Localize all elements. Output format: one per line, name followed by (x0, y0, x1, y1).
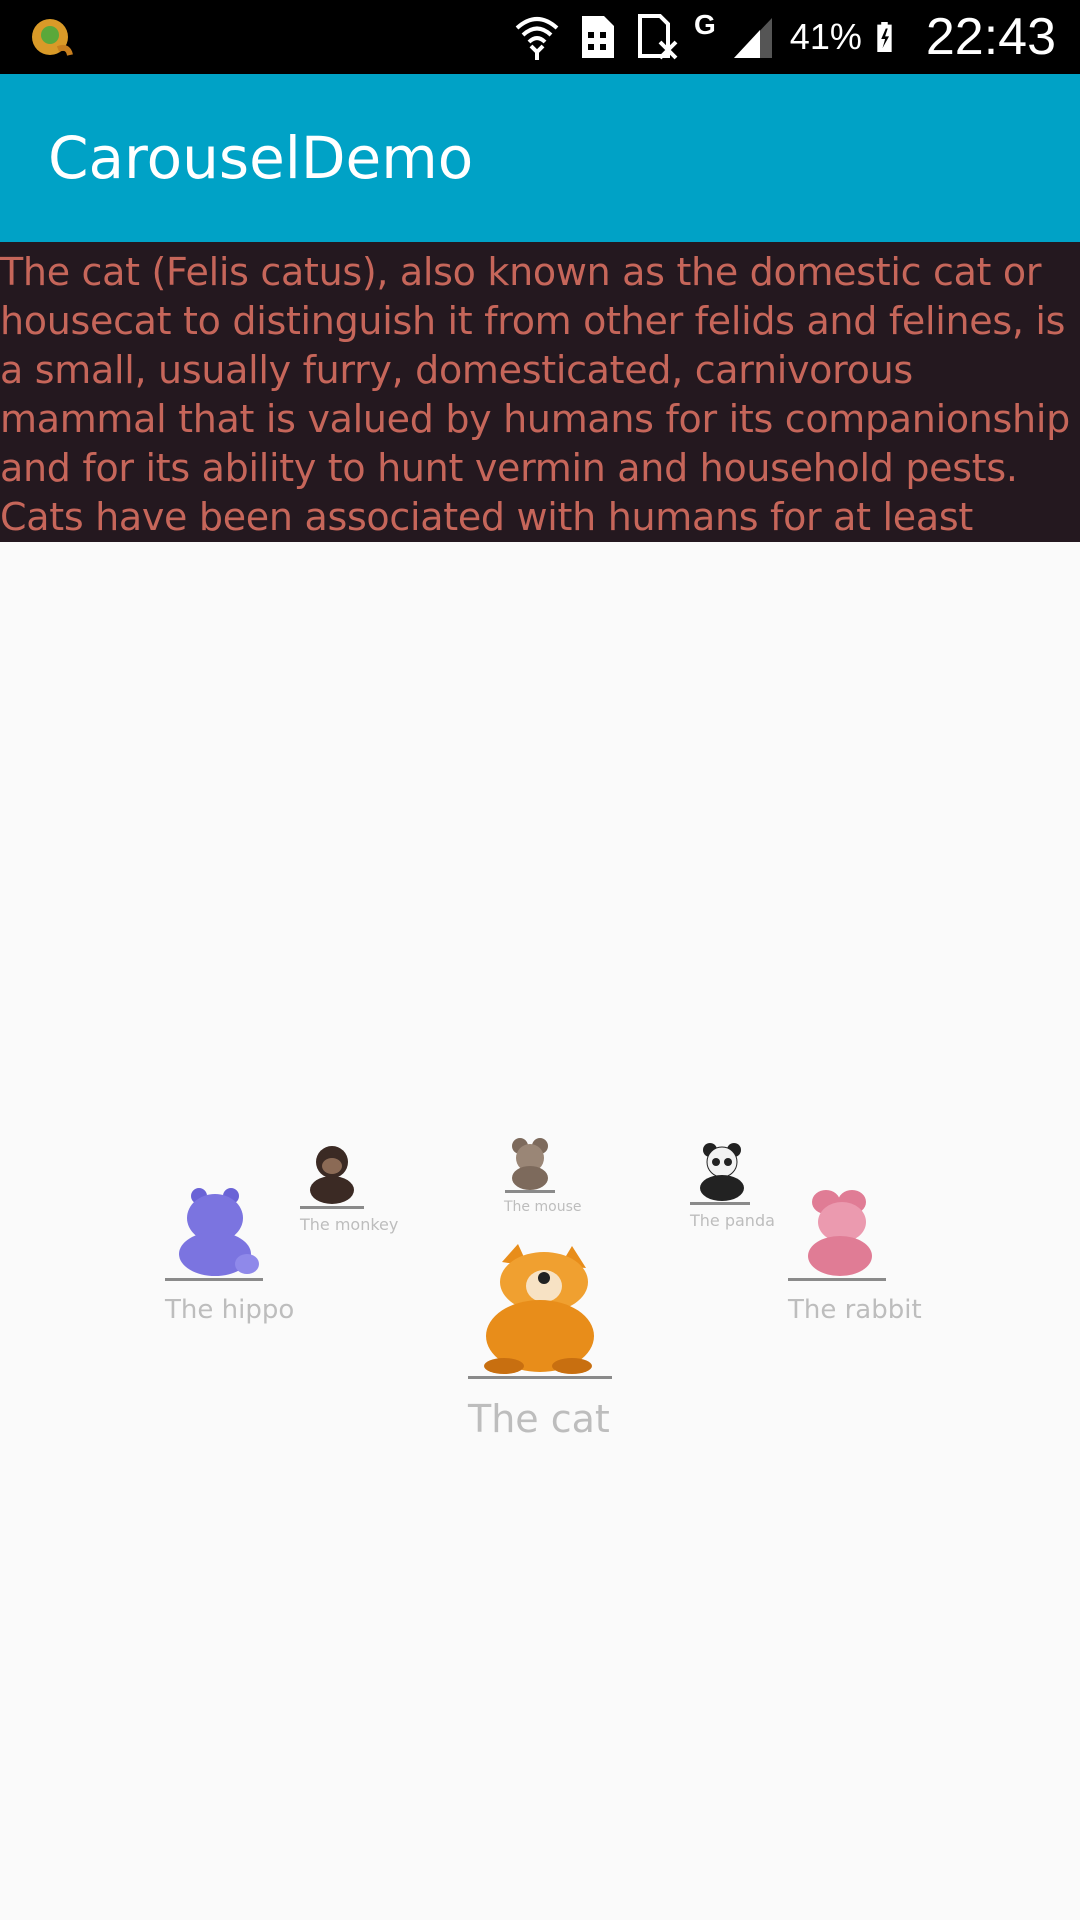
monkey-icon (310, 1146, 354, 1204)
carousel-item-label: The cat (468, 1397, 610, 1441)
wifi-icon (515, 17, 559, 60)
signal-icon (733, 18, 772, 58)
panda-icon (700, 1143, 744, 1201)
network-type: G (694, 9, 716, 40)
app-title: CarouselDemo (48, 124, 474, 192)
rabbit-icon (808, 1190, 872, 1276)
carousel[interactable]: The monkey The mouse The panda The hippo… (0, 542, 1080, 1920)
carousel-item-label: The monkey (300, 1215, 399, 1234)
battery-charging-icon (877, 22, 892, 52)
carousel-item-monkey[interactable]: The monkey (300, 1142, 398, 1234)
status-bar: G 41% 22:43 (0, 0, 1080, 74)
app-notification-icon (32, 19, 73, 56)
carousel-item-label: The mouse (504, 1199, 582, 1215)
description-panel[interactable]: The cat (Felis catus), also known as the… (0, 242, 1080, 542)
carousel-item-label: The hippo (165, 1295, 295, 1325)
no-sim-icon (638, 14, 678, 60)
sim-icon (582, 16, 615, 58)
app-bar: CarouselDemo (0, 74, 1080, 242)
carousel-item-label: The panda (690, 1211, 775, 1230)
battery-percent: 41% (789, 16, 862, 57)
carousel-item-cat[interactable]: The cat (468, 1242, 614, 1441)
description-text: The cat (Felis catus), also known as the… (0, 250, 1070, 539)
carousel-item-mouse[interactable]: The mouse (500, 1134, 581, 1215)
hippo-icon (179, 1188, 259, 1276)
mouse-icon (512, 1138, 548, 1190)
carousel-item-label: The rabbit (788, 1295, 922, 1325)
clock: 22:43 (925, 8, 1056, 66)
carousel-item-panda[interactable]: The panda (690, 1142, 775, 1230)
carousel-item-hippo[interactable]: The hippo (165, 1186, 294, 1325)
carousel-item-rabbit[interactable]: The rabbit (788, 1186, 922, 1325)
cat-icon (484, 1244, 594, 1374)
